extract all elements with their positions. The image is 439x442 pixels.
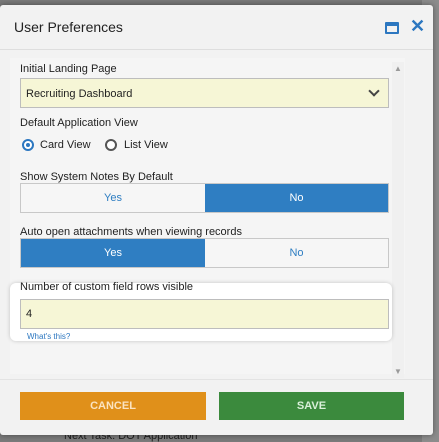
whats-this-link[interactable]: What's this? xyxy=(27,332,70,341)
custom-rows-label: Number of custom field rows visible xyxy=(20,281,194,293)
system-notes-yes-button[interactable]: Yes xyxy=(21,184,205,212)
auto-open-toggle: Yes No xyxy=(20,238,389,268)
chevron-down-icon xyxy=(368,85,380,97)
close-icon[interactable]: ✕ xyxy=(410,17,425,35)
dialog-title: User Preferences xyxy=(14,19,123,35)
app-view-label: Default Application View xyxy=(20,117,138,129)
auto-open-no-button[interactable]: No xyxy=(205,239,388,267)
system-notes-label: Show System Notes By Default xyxy=(20,171,173,183)
custom-rows-input[interactable]: 4 xyxy=(20,299,389,329)
card-view-label[interactable]: Card View xyxy=(40,139,91,151)
card-view-radio[interactable] xyxy=(22,139,34,151)
user-preferences-dialog: User Preferences ✕ ▲ ▼ Initial Landing P… xyxy=(0,5,433,435)
system-notes-no-button[interactable]: No xyxy=(205,184,388,212)
cancel-button[interactable]: CANCEL xyxy=(20,392,206,420)
auto-open-yes-button[interactable]: Yes xyxy=(21,239,205,267)
landing-page-value: Recruiting Dashboard xyxy=(26,88,133,100)
footer-divider xyxy=(0,379,433,380)
list-view-radio[interactable] xyxy=(105,139,117,151)
landing-page-select[interactable]: Recruiting Dashboard xyxy=(20,78,389,108)
scroll-down-icon[interactable]: ▼ xyxy=(394,367,402,376)
maximize-icon[interactable] xyxy=(385,22,399,34)
list-view-label[interactable]: List View xyxy=(124,139,168,151)
form-scrollbar[interactable]: ▲ ▼ xyxy=(392,62,404,378)
scroll-up-icon[interactable]: ▲ xyxy=(394,64,402,73)
dialog-titlebar: User Preferences ✕ xyxy=(0,5,433,50)
auto-open-label: Auto open attachments when viewing recor… xyxy=(20,226,242,238)
landing-page-label: Initial Landing Page xyxy=(20,63,117,75)
save-button[interactable]: SAVE xyxy=(219,392,404,420)
system-notes-toggle: Yes No xyxy=(20,183,389,213)
